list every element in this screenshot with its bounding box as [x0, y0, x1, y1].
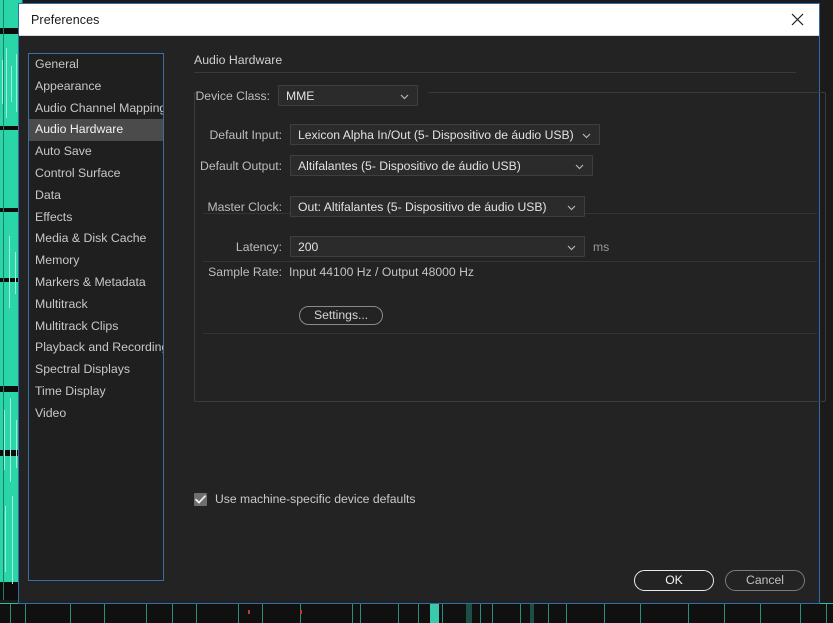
chevron-down-icon: [575, 157, 584, 175]
sidebar-item-time-display[interactable]: Time Display: [29, 381, 163, 403]
settings-button[interactable]: Settings...: [299, 306, 384, 325]
ok-button[interactable]: OK: [634, 570, 714, 591]
sidebar-item-control-surface[interactable]: Control Surface: [29, 163, 163, 185]
sample-rate-row: Sample Rate: Input 44100 Hz / Output 480…: [194, 265, 826, 279]
default-output-select[interactable]: Altifalantes (5- Dispositivo de áudio US…: [290, 155, 593, 176]
sidebar-item-media-disk-cache[interactable]: Media & Disk Cache: [29, 228, 163, 250]
default-output-row: Default Output: Altifalantes (5- Disposi…: [194, 155, 826, 176]
latency-select[interactable]: 200: [290, 236, 585, 257]
sidebar-item-multitrack-clips[interactable]: Multitrack Clips: [29, 316, 163, 338]
group-separator-2: [203, 261, 817, 262]
sidebar-item-appearance[interactable]: Appearance: [29, 76, 163, 98]
sample-rate-label: Sample Rate:: [208, 265, 282, 279]
sidebar-item-multitrack[interactable]: Multitrack: [29, 294, 163, 316]
sidebar-item-audio-hardware[interactable]: Audio Hardware: [29, 119, 163, 142]
machine-defaults-label: Use machine-specific device defaults: [215, 492, 416, 506]
page-title: Audio Hardware: [194, 53, 283, 67]
group-separator-3: [203, 333, 817, 334]
latency-value: 200: [298, 239, 319, 254]
default-input-select[interactable]: Lexicon Alpha In/Out (5- Dispositivo de …: [290, 124, 600, 145]
latency-unit: ms: [593, 239, 610, 254]
sidebar-item-memory[interactable]: Memory: [29, 250, 163, 272]
sidebar-item-auto-save[interactable]: Auto Save: [29, 141, 163, 163]
title-divider: [194, 72, 796, 73]
machine-defaults-checkbox[interactable]: [194, 492, 207, 506]
sidebar-item-effects[interactable]: Effects: [29, 207, 163, 229]
latency-label: Latency:: [235, 239, 282, 254]
default-output-label: Default Output:: [200, 158, 282, 173]
default-input-value: Lexicon Alpha In/Out (5- Dispositivo de …: [298, 127, 574, 142]
device-class-select[interactable]: MME: [278, 85, 418, 106]
dialog-title: Preferences: [31, 12, 100, 27]
chevron-down-icon: [567, 238, 576, 256]
cancel-button[interactable]: Cancel: [725, 570, 805, 591]
dialog-titlebar: Preferences: [19, 4, 819, 36]
master-clock-row: Master Clock: Out: Altifalantes (5- Disp…: [194, 196, 826, 217]
timeline-strip: [0, 603, 833, 623]
machine-defaults-row: Use machine-specific device defaults: [194, 492, 416, 506]
sidebar-item-markers-metadata[interactable]: Markers & Metadata: [29, 272, 163, 294]
sidebar-item-spectral-displays[interactable]: Spectral Displays: [29, 359, 163, 381]
default-input-row: Default Input: Lexicon Alpha In/Out (5- …: [194, 124, 826, 145]
master-clock-label: Master Clock:: [207, 199, 283, 214]
chevron-down-icon: [400, 87, 409, 105]
sidebar-item-general[interactable]: General: [29, 54, 163, 76]
master-clock-value: Out: Altifalantes (5- Dispositivo de áud…: [298, 199, 547, 214]
sidebar-item-audio-channel-mapping[interactable]: Audio Channel Mapping: [29, 98, 163, 120]
sidebar-item-data[interactable]: Data: [29, 185, 163, 207]
sidebar-item-playback-and-recording[interactable]: Playback and Recording: [29, 337, 163, 359]
device-class-label: Device Class:: [195, 88, 271, 103]
dialog-footer: OK Cancel: [634, 570, 805, 591]
sample-rate-value: Input 44100 Hz / Output 48000 Hz: [289, 265, 474, 279]
latency-row: Latency: 200 ms: [194, 236, 826, 257]
device-class-value: MME: [286, 88, 315, 103]
settings-panel: Audio Hardware Device Class: MME Default…: [177, 53, 826, 402]
dialog-body: General Appearance Audio Channel Mapping…: [19, 36, 826, 603]
category-list[interactable]: General Appearance Audio Channel Mapping…: [28, 53, 164, 581]
master-clock-select[interactable]: Out: Altifalantes (5- Dispositivo de áud…: [290, 196, 585, 217]
chevron-down-icon: [567, 198, 576, 216]
settings-button-row: Settings...: [299, 306, 384, 325]
close-icon[interactable]: [775, 5, 819, 35]
default-input-label: Default Input:: [209, 127, 283, 142]
default-output-value: Altifalantes (5- Dispositivo de áudio US…: [298, 158, 521, 173]
preferences-dialog: Preferences General Appearance Audio Cha…: [18, 3, 826, 604]
device-class-row: Device Class: MME: [194, 85, 826, 106]
sidebar-item-video[interactable]: Video: [29, 403, 163, 425]
chevron-down-icon: [582, 126, 591, 144]
